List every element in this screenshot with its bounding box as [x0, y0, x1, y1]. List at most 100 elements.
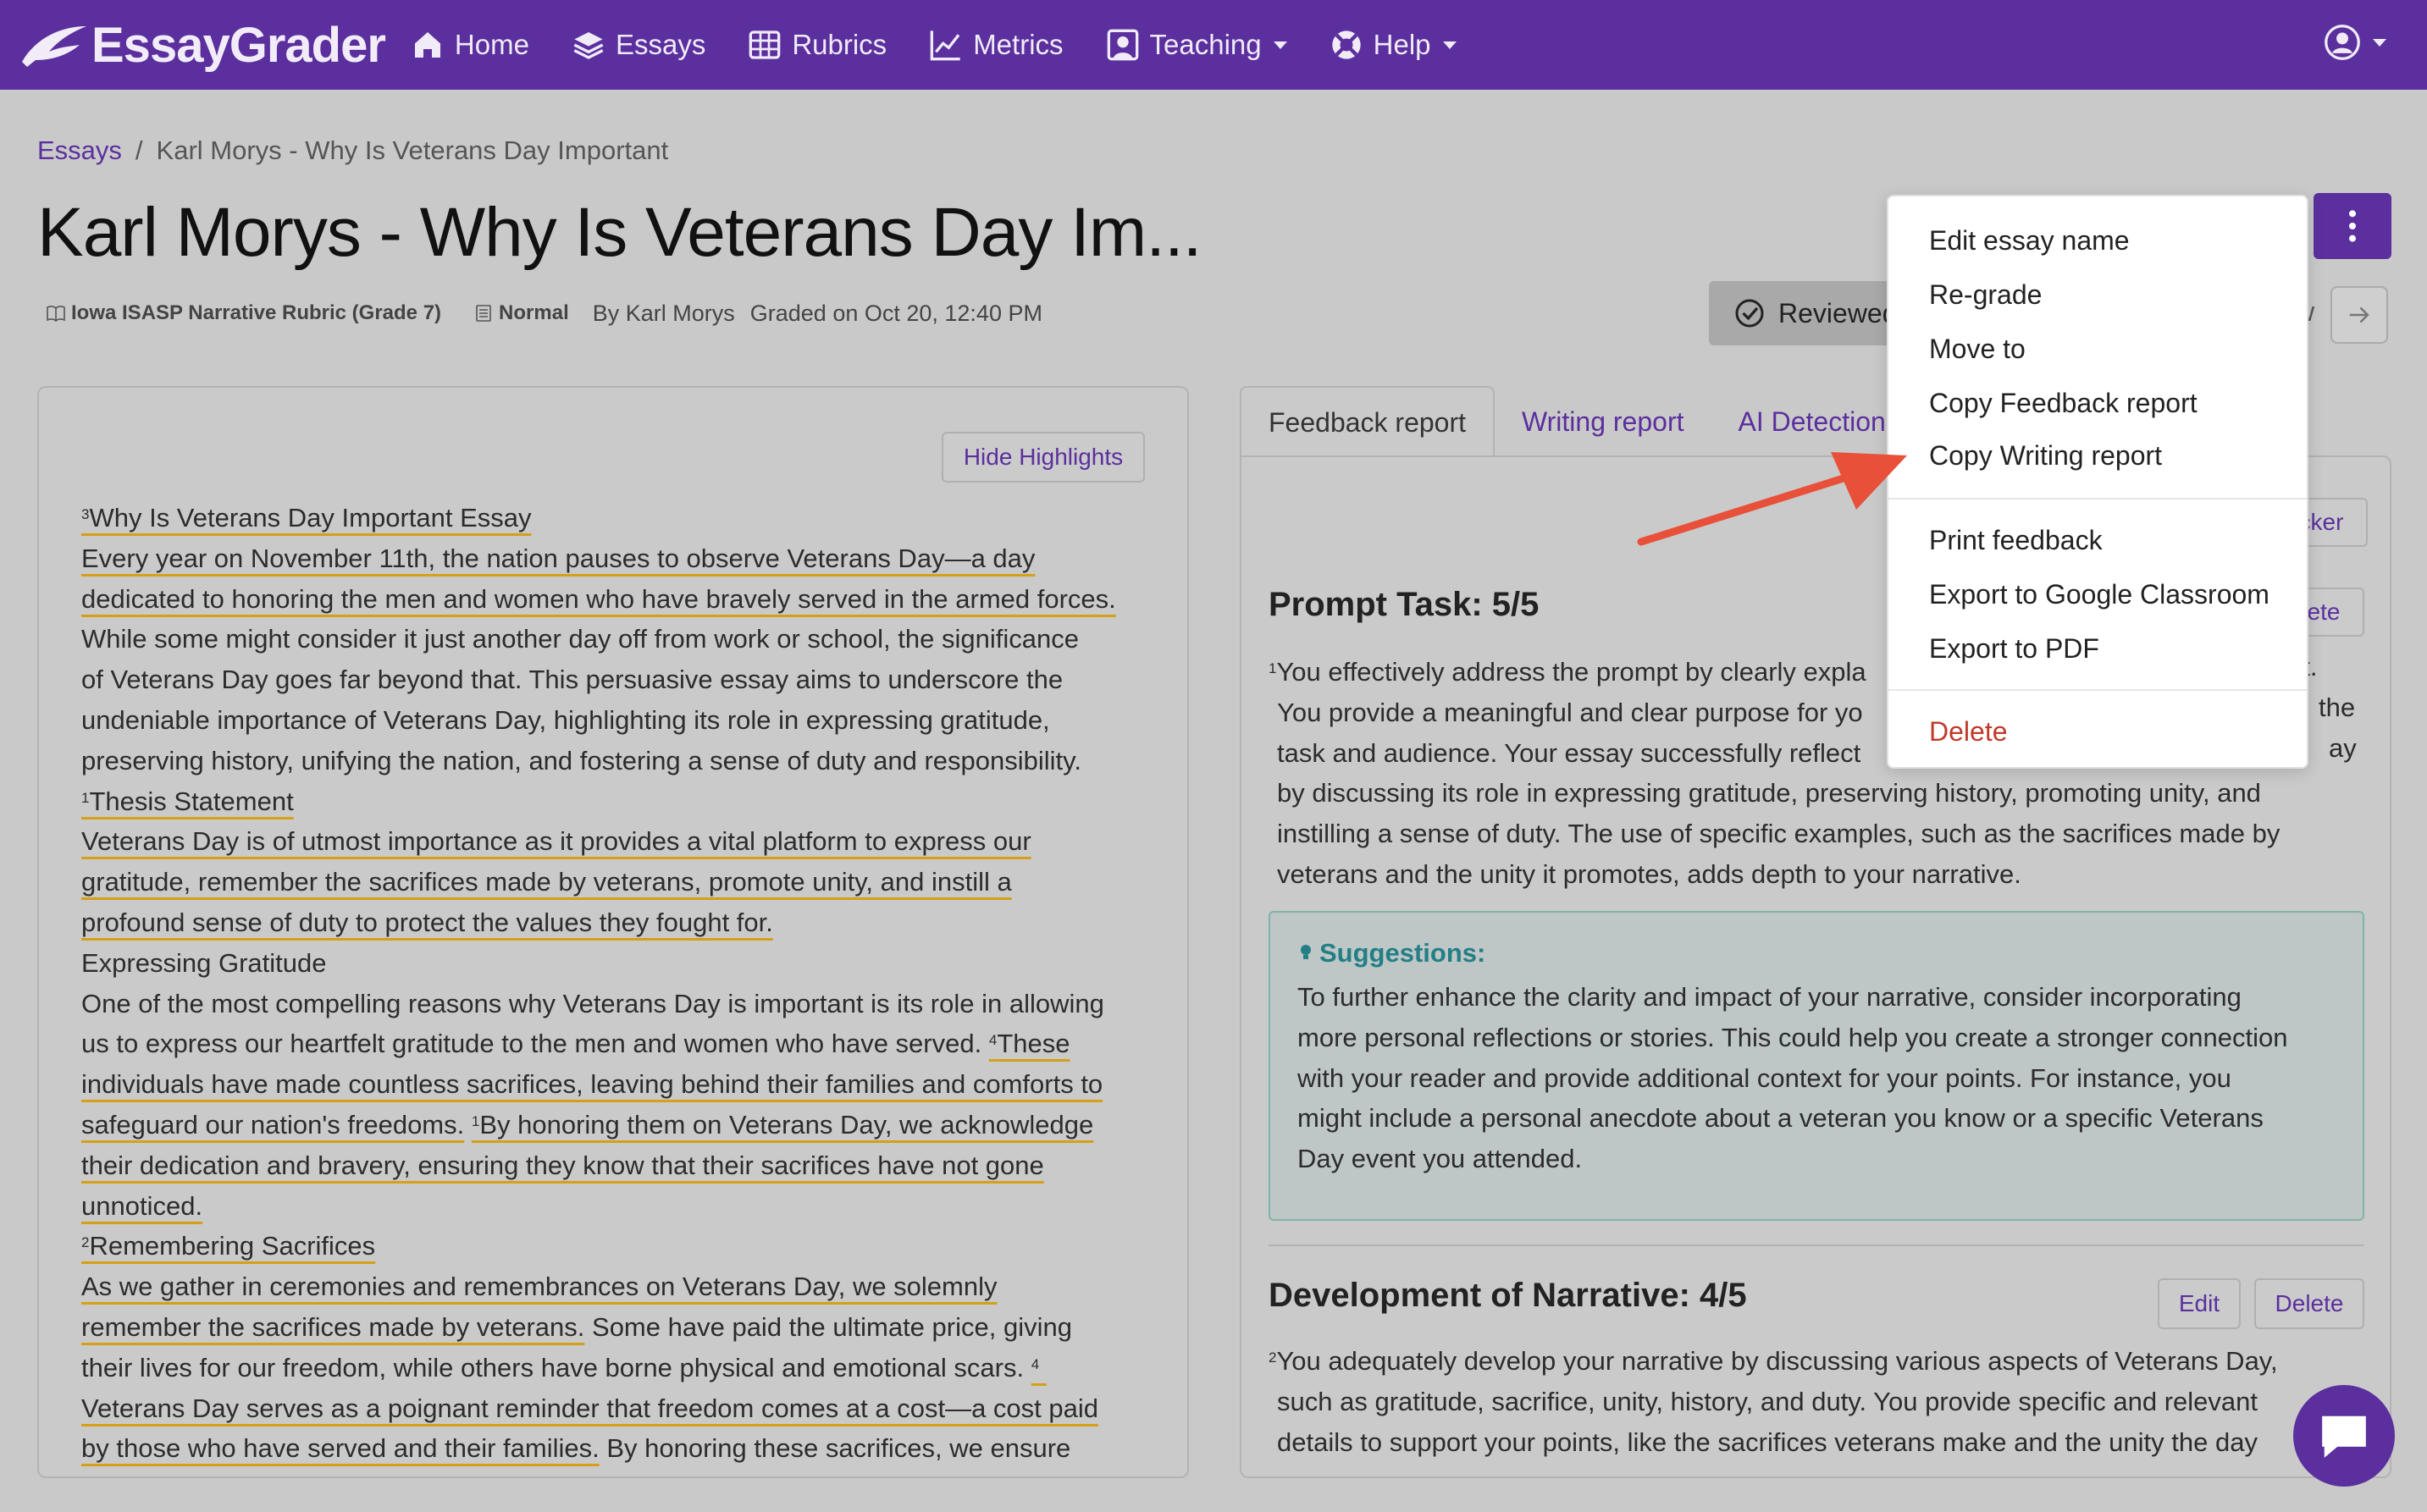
edit-button[interactable]: Edit: [2158, 1278, 2241, 1329]
feedback-line: instilling a sense of duty. The use of s…: [1277, 819, 2280, 849]
mode-tag[interactable]: Normal: [465, 298, 578, 328]
nav-home-label: Home: [454, 29, 529, 60]
rubric-tag[interactable]: Iowa ISASP Narrative Rubric (Grade 7): [37, 298, 450, 328]
essay-line: dedicated to honoring the men and women …: [81, 583, 1116, 614]
essay-line: individuals have made countless sacrific…: [81, 1069, 1103, 1100]
essay-line: their dedication and bravery, ensuring t…: [81, 1150, 1044, 1180]
table-icon: [749, 30, 781, 59]
chevron-down-icon: [2373, 38, 2386, 47]
brand-name: EssayGrader: [91, 17, 386, 73]
feedback-line: by discussing its role in expressing gra…: [1277, 778, 2261, 808]
breadcrumb: Essays / Karl Morys - Why Is Veterans Da…: [37, 135, 668, 166]
essay-line: While some might consider it just anothe…: [81, 624, 1079, 654]
feedback-line: such as gratitude, sacrifice, unity, his…: [1277, 1386, 2258, 1416]
tab-feedback-report[interactable]: Feedback report: [1240, 386, 1495, 457]
menu-item-export-google-classroom[interactable]: Export to Google Classroom: [1888, 567, 2307, 621]
nav-rubrics-label: Rubrics: [792, 29, 887, 60]
rubric-tag-label: Iowa ISASP Narrative Rubric (Grade 7): [71, 301, 442, 324]
annotation-arrow-icon: [1637, 452, 1907, 546]
menu-item-print-feedback[interactable]: Print feedback: [1888, 513, 2307, 567]
chat-support-button[interactable]: [2293, 1385, 2395, 1487]
essay-line: profound sense of duty to protect the va…: [81, 907, 773, 937]
nav-metrics-label: Metrics: [973, 29, 1064, 60]
menu-highlight-group: Copy Feedback report Copy Writing report: [1910, 372, 2266, 486]
suggestion-line: Day event you attended.: [1297, 1144, 1583, 1174]
reviewed-button[interactable]: Reviewed: [1709, 281, 1904, 345]
nav-essays[interactable]: Essays: [572, 28, 705, 62]
essay-line: gratitude, remember the sacrifices made …: [81, 867, 1012, 897]
suggestions-text: To further enhance the clarity and impac…: [1297, 977, 2336, 1179]
list-icon: [476, 305, 491, 322]
home-icon: [414, 32, 440, 58]
menu-item-copy-writing-report[interactable]: Copy Writing report: [1910, 428, 2266, 483]
suggestions-box: Suggestions: To further enhance the clar…: [1269, 911, 2364, 1221]
book-icon: [47, 306, 65, 323]
suggestions-title: Suggestions:: [1297, 938, 2336, 968]
essay-line: safeguard our nation's freedoms. 1By hon…: [81, 1109, 1094, 1140]
essay-line: Expressing Gratitude: [81, 947, 327, 978]
teacher-icon: [1107, 29, 1138, 61]
essay-line: 1Thesis Statement: [81, 786, 294, 816]
essay-line: unnoticed.: [81, 1190, 203, 1221]
essay-line: 3Why Is Veterans Day Important Essay: [81, 503, 532, 533]
essay-line: undeniable importance of Veterans Day, h…: [81, 704, 1050, 735]
user-menu[interactable]: [2324, 24, 2386, 61]
mode-tag-label: Normal: [499, 301, 569, 324]
next-essay-button[interactable]: [2330, 286, 2388, 344]
menu-separator: [1888, 689, 2307, 691]
feedback-development: 2You adequately develop your narrative b…: [1269, 1341, 2369, 1462]
essay-line: As we gather in ceremonies and remembran…: [81, 1272, 998, 1302]
suggestion-line: might include a personal anecdote about …: [1297, 1103, 2264, 1134]
nav-rubrics[interactable]: Rubrics: [748, 28, 887, 62]
essay-line: remember the sacrifices made by veterans…: [81, 1311, 1072, 1342]
brand-logo[interactable]: EssayGrader: [19, 17, 386, 74]
obscured-fragment: ay: [2329, 733, 2357, 763]
suggestion-line: with your reader and provide additional …: [1297, 1062, 2231, 1093]
layers-icon: [573, 32, 604, 59]
essay-panel: Hide Highlights 3Why Is Veterans Day Imp…: [37, 386, 1189, 1478]
suggestions-title-label: Suggestions:: [1319, 938, 1486, 968]
nav-help[interactable]: Help: [1330, 28, 1457, 62]
author-label: By Karl Morys: [592, 300, 735, 326]
essay-line: Veterans Day serves as a poignant remind…: [81, 1393, 1099, 1423]
chevron-down-icon: [1273, 41, 1287, 49]
nav-metrics[interactable]: Metrics: [929, 28, 1064, 62]
essay-meta: Iowa ISASP Narrative Rubric (Grade 7) No…: [37, 298, 1042, 328]
menu-item-copy-feedback-report[interactable]: Copy Feedback report: [1910, 378, 2266, 428]
menu-item-delete[interactable]: Delete: [1888, 704, 2307, 759]
top-navbar: EssayGrader Home Essays Rubrics Metrics …: [0, 0, 2427, 90]
user-avatar-icon: [2325, 25, 2360, 60]
menu-item-edit-essay-name[interactable]: Edit essay name: [1888, 213, 2307, 268]
nav-home[interactable]: Home: [411, 28, 529, 62]
feedback-line: details to support your points, like the…: [1277, 1426, 2258, 1457]
menu-item-export-pdf[interactable]: Export to PDF: [1888, 621, 2307, 676]
lifebuoy-icon: [1331, 30, 1361, 59]
check-circle-icon: [1735, 299, 1764, 328]
essay-text: 3Why Is Veterans Day Important Essay Ever…: [81, 498, 1157, 1469]
graded-date: Graded on Oct 20, 12:40 PM: [749, 300, 1042, 326]
chevron-down-icon: [1442, 41, 1457, 49]
quill-logo-icon: [22, 26, 86, 67]
menu-item-move-to[interactable]: Move to: [1888, 322, 2307, 376]
hide-highlights-button[interactable]: Hide Highlights: [942, 432, 1145, 483]
nav-essays-label: Essays: [615, 29, 706, 60]
kebab-menu-icon: [2349, 210, 2356, 242]
nav-teaching[interactable]: Teaching: [1106, 28, 1287, 62]
lightbulb-icon: [1301, 945, 1311, 959]
chart-icon: [930, 30, 960, 61]
essay-line: Veterans Day is of utmost importance as …: [81, 826, 1031, 857]
page-title: Karl Morys - Why Is Veterans Day Im...: [37, 194, 1202, 271]
section-heading-development: Development of Narrative: 4/5: [1269, 1277, 1747, 1314]
breadcrumb-essays-link[interactable]: Essays: [37, 135, 122, 166]
nav-help-label: Help: [1373, 29, 1431, 60]
arrow-right-icon: [2349, 306, 2369, 323]
reviewed-label: Reviewed: [1778, 297, 1898, 328]
more-actions-button[interactable]: [2314, 193, 2391, 259]
feedback-line: 2You adequately develop your narrative b…: [1269, 1346, 2278, 1376]
essay-line: preserving history, unifying the nation,…: [81, 745, 1081, 775]
section-heading-prompt-task: Prompt Task: 5/5: [1269, 586, 1540, 623]
essay-line: Every year on November 11th, the nation …: [81, 543, 1036, 573]
delete-button[interactable]: Delete: [2254, 1278, 2364, 1329]
breadcrumb-separator: /: [135, 135, 143, 165]
menu-item-re-grade[interactable]: Re-grade: [1888, 268, 2307, 322]
